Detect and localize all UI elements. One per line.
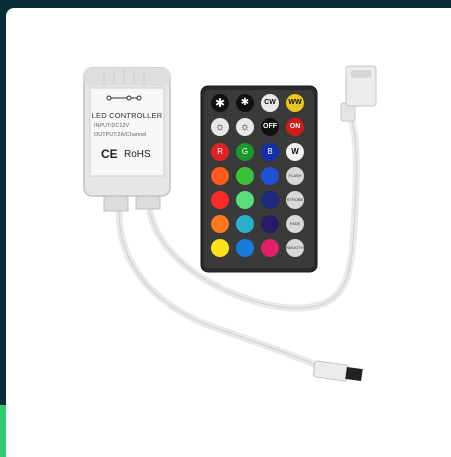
fade-button[interactable]: FADE	[286, 215, 304, 233]
color-button[interactable]	[261, 167, 279, 185]
smooth-button[interactable]: SMOOTH	[286, 239, 304, 257]
brightness-down-button[interactable]: ✱	[236, 94, 254, 112]
color-button[interactable]	[236, 215, 254, 233]
sun-dim-button[interactable]: ☼	[211, 118, 229, 136]
color-button[interactable]	[211, 167, 229, 185]
color-button[interactable]	[236, 191, 254, 209]
color-button[interactable]	[236, 239, 254, 257]
cw-button[interactable]: CW	[261, 94, 279, 112]
color-button[interactable]	[211, 215, 229, 233]
color-button[interactable]	[211, 191, 229, 209]
sun-bright-button[interactable]: ☼	[236, 118, 254, 136]
ce-mark: CE	[101, 147, 118, 161]
red-button[interactable]: R	[211, 143, 229, 161]
led-controller-box	[83, 67, 171, 212]
green-button[interactable]: G	[236, 143, 254, 161]
white-button[interactable]: W	[286, 143, 304, 161]
output-spec: OUTPUT:2A/Channel	[94, 132, 147, 138]
off-button[interactable]: OFF	[261, 118, 279, 136]
male-connector	[312, 360, 363, 382]
remote-button-grid: ✱ ✱ CW WW ☼ ☼ OFF ON R G B W FLASH STROB…	[208, 92, 312, 262]
color-button[interactable]	[261, 215, 279, 233]
accent-strip	[0, 405, 6, 457]
brightness-up-button[interactable]: ✱	[211, 94, 229, 112]
color-button[interactable]	[211, 239, 229, 257]
on-button[interactable]: ON	[286, 118, 304, 136]
female-connector	[340, 65, 377, 122]
color-button[interactable]	[261, 191, 279, 209]
color-button[interactable]	[236, 167, 254, 185]
flash-button[interactable]: FLASH	[286, 167, 304, 185]
input-spec: INPUT:DC12V	[94, 123, 130, 129]
strobe-button[interactable]: STROBE	[286, 191, 304, 209]
ww-button[interactable]: WW	[286, 94, 304, 112]
rohs-mark: RoHS	[124, 149, 151, 160]
controller-title: LED CONTROLLER	[91, 111, 163, 120]
color-button[interactable]	[261, 239, 279, 257]
blue-button[interactable]: B	[261, 143, 279, 161]
photo-frame: LED CONTROLLER INPUT:DC12V OUTPUT:2A/Cha…	[6, 8, 451, 457]
